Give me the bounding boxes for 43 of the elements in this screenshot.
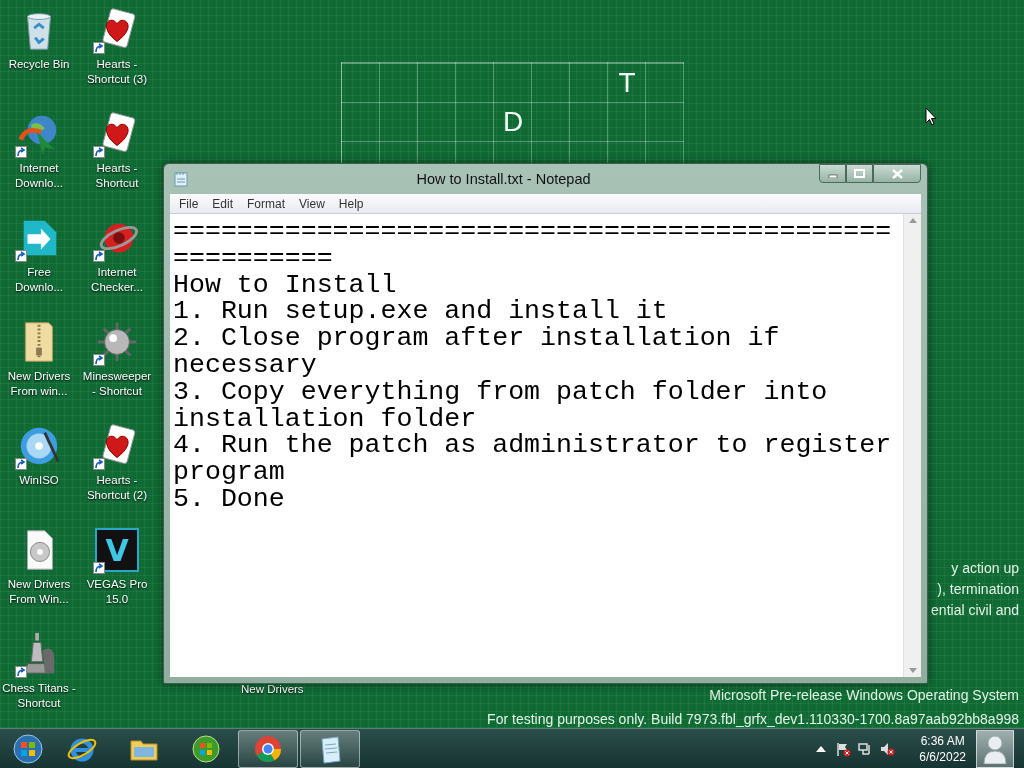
person-icon: [983, 733, 1007, 764]
build-watermark: For testing purposes only. Build 7973.fbl_grfx_dev1.110330-1700.8a97aab92bb8a998: [487, 710, 1019, 728]
grid-letter: T: [618, 66, 636, 99]
window-title: How to Install.txt - Notepad: [415, 171, 592, 187]
windows-flag-icon: [190, 732, 222, 765]
icon-label: Free Downlo...: [15, 265, 63, 295]
logo-tile[interactable]: V: [95, 528, 139, 572]
icon-label: Hearts - Shortcut (2): [86, 473, 148, 503]
close-icon: [891, 168, 903, 179]
cursor-icon: [925, 107, 937, 126]
start-orb-icon: [12, 732, 44, 765]
taskbar-button[interactable]: [300, 729, 360, 768]
close-button[interactable]: [873, 164, 921, 183]
icon-label: Minesweeper - Shortcut: [82, 369, 152, 399]
menu-item[interactable]: File: [172, 196, 206, 211]
menu-item[interactable]: Help: [331, 196, 371, 211]
maximize-button[interactable]: [846, 164, 873, 183]
icon-label: Hearts - Shortcut: [95, 161, 139, 191]
grid-letter: D: [502, 105, 524, 138]
icon-label: VEGAS Pro 15.0: [86, 577, 148, 607]
user-tile-button[interactable]: [976, 729, 1014, 768]
taskbar-button[interactable]: [238, 729, 298, 768]
icon-label: New Drivers From Win...: [7, 577, 71, 607]
wallpaper-text: ), termination: [937, 580, 1019, 599]
icon-label: Internet Checker...: [91, 265, 143, 295]
build-watermark: Microsoft Pre-release Windows Operating System: [709, 686, 1019, 705]
icon-label: Chess Titans - Shortcut: [2, 681, 76, 711]
icon-label: WinISO: [19, 473, 59, 488]
clock-time[interactable]: 6:36 AM: [920, 732, 965, 749]
icon-label: Internet Downlo...: [15, 161, 63, 191]
maximize-icon: [854, 169, 865, 178]
icon-label: Hearts - Shortcut (3): [86, 57, 148, 87]
icon-label: New Drivers From win...: [7, 369, 71, 399]
icon-label: Recycle Bin: [8, 57, 70, 72]
menu-item[interactable]: View: [292, 196, 332, 211]
wallpaper-text: ential civil and: [931, 601, 1019, 620]
wallpaper-text: y action up: [951, 559, 1019, 578]
menu-item[interactable]: Format: [240, 196, 293, 211]
icon-label: New Drivers: [241, 683, 304, 695]
minimize-button[interactable]: [819, 164, 846, 183]
menu-item[interactable]: Edit: [205, 196, 241, 211]
flag-icon[interactable]: [835, 740, 852, 757]
clock-date[interactable]: 6/6/2022: [919, 748, 966, 765]
